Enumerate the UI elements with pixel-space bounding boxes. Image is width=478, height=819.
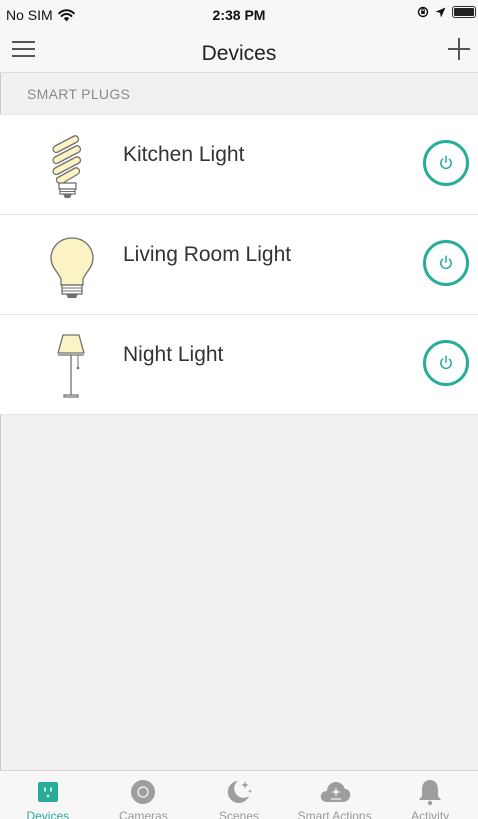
light-bulb-icon xyxy=(50,237,94,298)
status-bar: No SIM 2:38 PM xyxy=(0,0,478,30)
tab-label: Smart Actions xyxy=(297,809,372,819)
device-row-kitchen-light[interactable]: Kitchen Light xyxy=(0,115,478,215)
section-header: SMART PLUGS xyxy=(27,86,131,102)
status-time: 2:38 PM xyxy=(212,7,266,23)
tab-smart-actions[interactable]: Smart Actions xyxy=(287,771,383,819)
device-row-night-light[interactable]: Night Light xyxy=(0,315,478,415)
tab-label: Devices xyxy=(26,809,70,819)
power-toggle-button[interactable] xyxy=(423,140,469,186)
tab-bar: Devices Cameras Scenes Smart Actions Act… xyxy=(0,770,478,819)
floor-lamp-icon xyxy=(57,334,85,398)
status-right xyxy=(417,6,476,18)
screen: No SIM 2:38 PM Devices SMART PLUGS Kitch… xyxy=(0,0,478,819)
cloud-icon xyxy=(320,782,350,802)
battery-fill xyxy=(454,8,474,16)
tab-scenes[interactable]: Scenes xyxy=(191,771,287,819)
tab-activity[interactable]: Activity xyxy=(382,771,478,819)
orientation-lock-icon xyxy=(417,6,429,18)
device-name: Night Light xyxy=(123,343,224,366)
cfl-bulb-icon xyxy=(52,135,82,198)
page-title: Devices xyxy=(201,42,277,65)
battery-icon xyxy=(452,6,476,18)
device-name: Living Room Light xyxy=(123,243,292,266)
power-toggle-button[interactable] xyxy=(423,340,469,386)
tab-label: Scenes xyxy=(218,809,259,819)
power-icon xyxy=(440,155,452,170)
device-list: Kitchen Light Living Room Light Night Li… xyxy=(0,114,478,415)
bell-icon xyxy=(419,780,442,806)
moon-icon xyxy=(227,781,253,803)
smart-plug-icon xyxy=(37,782,58,802)
nav-bar: Devices xyxy=(0,30,478,73)
tab-label: Cameras xyxy=(119,809,168,819)
add-device-button[interactable] xyxy=(446,36,472,62)
location-arrow-icon xyxy=(435,7,446,17)
power-toggle-button[interactable] xyxy=(423,240,469,286)
tab-devices[interactable]: Devices xyxy=(0,771,96,819)
camera-icon xyxy=(131,780,156,804)
power-icon xyxy=(440,255,452,270)
device-row-living-room-light[interactable]: Living Room Light xyxy=(0,215,478,315)
tab-cameras[interactable]: Cameras xyxy=(96,771,192,819)
tab-label: Activity xyxy=(411,809,450,819)
power-icon xyxy=(440,355,452,370)
device-name: Kitchen Light xyxy=(123,143,245,166)
